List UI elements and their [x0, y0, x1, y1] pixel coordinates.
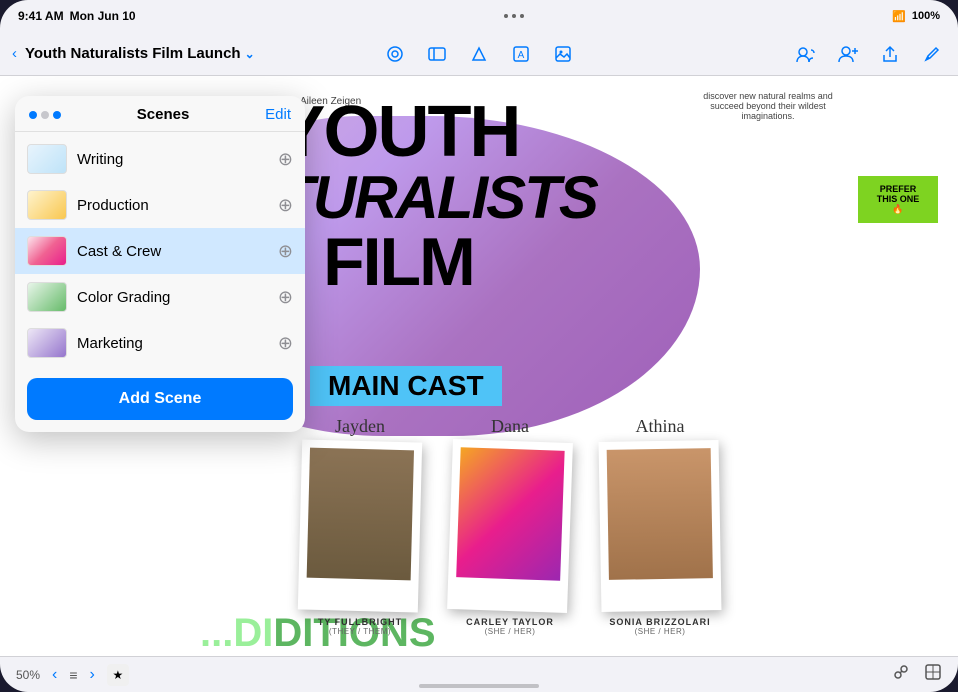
cast-item-3: Athina SONIA BRIZZOLARI (SHE / HER) — [600, 416, 720, 636]
cast-pronouns-3: (SHE / HER) — [635, 627, 686, 636]
back-chevron-icon: ‹ — [12, 45, 17, 62]
dot-inactive-1 — [41, 111, 49, 119]
scenes-panel-header: Scenes Edit — [15, 96, 305, 132]
scene-more-writing[interactable]: ⊕ — [278, 149, 293, 170]
toolbar: ‹ Youth Naturalists Film Launch ⌄ — [0, 32, 958, 76]
scene-item-production[interactable]: Production ⊕ — [15, 182, 305, 228]
shapes-icon[interactable] — [465, 40, 493, 68]
scenes-panel: Scenes Edit Writing ⊕ Production ⊕ — [15, 96, 305, 432]
scene-item-marketing[interactable]: Marketing ⊕ — [15, 320, 305, 366]
scene-label-marketing: Marketing — [77, 335, 268, 352]
add-scene-button[interactable]: Add Scene — [27, 378, 293, 420]
dot2 — [512, 14, 516, 18]
cast-pronouns-2: (SHE / HER) — [485, 627, 536, 636]
bottom-bar: 50% ‹ ≡ › ★ — [0, 656, 958, 692]
scene-more-production[interactable]: ⊕ — [278, 195, 293, 216]
cast-item-1: Jayden TY FULLBRIGHT (THEY / THEM) — [300, 416, 420, 636]
star-icon: ★ — [112, 668, 123, 682]
scene-item-color-grading[interactable]: Color Grading ⊕ — [15, 274, 305, 320]
cast-script-name-1: Jayden — [335, 416, 385, 437]
zoom-level: 50% — [16, 668, 40, 682]
sticky-note: PREFER THIS ONE 🔥 — [858, 176, 938, 223]
grid-view-icon[interactable] — [423, 40, 451, 68]
scene-more-marketing[interactable]: ⊕ — [278, 333, 293, 354]
toolbar-right — [792, 40, 946, 68]
status-bar: 9:41 AM Mon Jun 10 📶 100% — [0, 0, 958, 32]
scenes-list: Writing ⊕ Production ⊕ Cast & Crew ⊕ — [15, 132, 305, 370]
draw-icon[interactable] — [381, 40, 409, 68]
scene-label-color-grading: Color Grading — [77, 289, 268, 306]
scene-thumb-marketing — [27, 328, 67, 358]
scene-thumb-colorgrading — [27, 282, 67, 312]
cast-photo-1 — [307, 448, 414, 581]
next-page-button[interactable]: › — [90, 666, 95, 684]
bookmark-star-button[interactable]: ★ — [107, 664, 129, 686]
scene-thumb-castcrew — [27, 236, 67, 266]
main-cast-badge: MAIN CAST — [310, 366, 502, 406]
toolbar-center: A — [381, 40, 577, 68]
main-content: Aileen Zeigen discover new natural realm… — [0, 76, 958, 656]
cast-script-name-2: Dana — [491, 416, 529, 437]
dot-inactive-2 — [53, 111, 61, 119]
cast-photo-2 — [456, 447, 564, 581]
dot1 — [504, 14, 508, 18]
back-button[interactable]: ‹ — [12, 45, 17, 62]
cast-item-2: Dana CARLEY TAYLOR (SHE / HER) — [450, 416, 570, 636]
pencil-icon[interactable] — [918, 40, 946, 68]
text-icon[interactable]: A — [507, 40, 535, 68]
polaroid-3 — [599, 440, 722, 612]
main-cast-section: MAIN CAST Jayden TY FULLBRIGHT (THEY / T… — [280, 366, 958, 636]
list-view-icon[interactable]: ≡ — [69, 667, 77, 683]
battery-display: 100% — [912, 10, 940, 22]
panel-dots — [29, 111, 61, 119]
scene-more-cast-crew[interactable]: ⊕ — [278, 241, 293, 262]
add-person-icon[interactable] — [834, 40, 862, 68]
scene-label-cast-crew: Cast & Crew — [77, 243, 268, 260]
scenes-panel-title: Scenes — [61, 106, 265, 123]
wifi-icon: 📶 — [892, 10, 906, 23]
home-indicator — [419, 684, 539, 688]
link-icon[interactable] — [892, 663, 910, 686]
cast-name-2: CARLEY TAYLOR — [466, 617, 554, 627]
square-view-icon[interactable] — [924, 663, 942, 686]
cast-name-1: TY FULLBRIGHT — [318, 617, 402, 627]
status-bar-left: 9:41 AM Mon Jun 10 — [18, 9, 136, 23]
scene-label-production: Production — [77, 197, 268, 214]
cast-script-name-3: Athina — [636, 416, 685, 437]
title-text: Youth Naturalists Film Launch — [25, 45, 241, 62]
date-display: Mon Jun 10 — [70, 9, 136, 23]
scene-label-writing: Writing — [77, 151, 268, 168]
svg-text:A: A — [518, 50, 525, 61]
title-chevron-icon: ⌄ — [245, 47, 255, 61]
share-icon[interactable] — [876, 40, 904, 68]
status-bar-right: 📶 100% — [892, 10, 940, 23]
polaroid-2 — [447, 439, 573, 613]
scene-item-writing[interactable]: Writing ⊕ — [15, 136, 305, 182]
collaborate-icon[interactable] — [792, 40, 820, 68]
cast-photo-3 — [607, 448, 713, 580]
dot3 — [520, 14, 524, 18]
author-label: Aileen Zeigen — [300, 96, 361, 107]
status-bar-center — [504, 14, 524, 18]
scene-thumb-writing — [27, 144, 67, 174]
ipad-frame: 9:41 AM Mon Jun 10 📶 100% ‹ Youth Natura… — [0, 0, 958, 692]
prev-page-button[interactable]: ‹ — [52, 666, 57, 684]
cast-pronouns-1: (THEY / THEM) — [329, 627, 391, 636]
polaroid-1 — [298, 439, 422, 612]
scene-item-cast-crew[interactable]: Cast & Crew ⊕ — [15, 228, 305, 274]
scene-thumb-production — [27, 190, 67, 220]
dot-active — [29, 111, 37, 119]
bottom-right-icons — [892, 663, 942, 686]
canvas[interactable]: Aileen Zeigen discover new natural realm… — [0, 76, 958, 656]
scene-more-color-grading[interactable]: ⊕ — [278, 287, 293, 308]
cast-name-3: SONIA BRIZZOLARI — [609, 617, 710, 627]
scenes-edit-button[interactable]: Edit — [265, 106, 291, 123]
image-icon[interactable] — [549, 40, 577, 68]
cast-photos: Jayden TY FULLBRIGHT (THEY / THEM) Dana — [280, 416, 958, 636]
description-text: discover new natural realms and succeed … — [688, 91, 848, 121]
time-display: 9:41 AM — [18, 9, 64, 23]
